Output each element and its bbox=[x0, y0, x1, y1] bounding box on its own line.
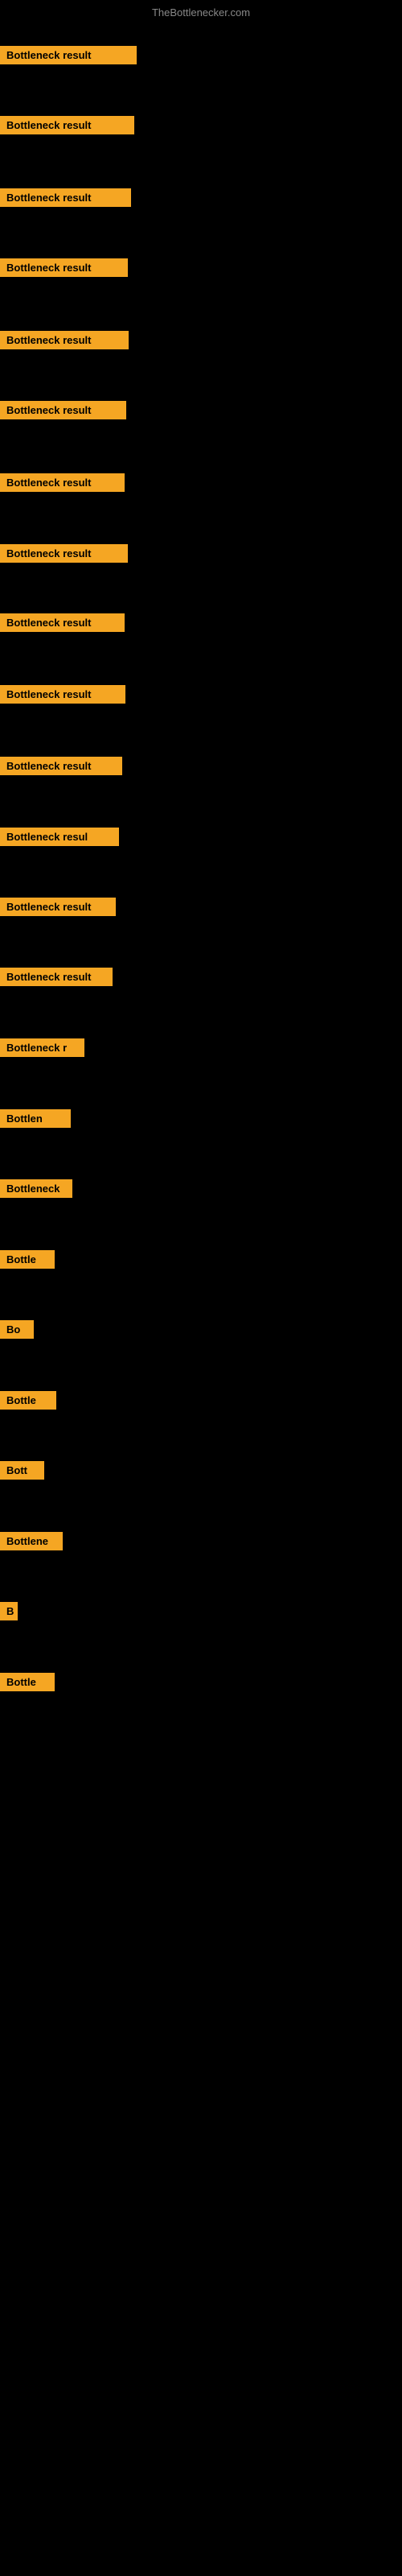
bottleneck-badge-3: Bottleneck result bbox=[0, 188, 131, 207]
bottleneck-badge-12: Bottleneck resul bbox=[0, 828, 119, 846]
bottleneck-badge-2: Bottleneck result bbox=[0, 116, 134, 134]
bottleneck-badge-16: Bottlen bbox=[0, 1109, 71, 1128]
bottleneck-badge-11: Bottleneck result bbox=[0, 757, 122, 775]
bottleneck-badge-9: Bottleneck result bbox=[0, 613, 125, 632]
bottleneck-badge-5: Bottleneck result bbox=[0, 331, 129, 349]
bottleneck-badge-7: Bottleneck result bbox=[0, 473, 125, 492]
bottleneck-badge-21: Bott bbox=[0, 1461, 44, 1480]
bottleneck-badge-10: Bottleneck result bbox=[0, 685, 125, 704]
bottleneck-badge-18: Bottle bbox=[0, 1250, 55, 1269]
bottleneck-badge-6: Bottleneck result bbox=[0, 401, 126, 419]
bottleneck-badge-1: Bottleneck result bbox=[0, 46, 137, 64]
bottleneck-badge-15: Bottleneck r bbox=[0, 1038, 84, 1057]
site-title: TheBottlenecker.com bbox=[0, 6, 402, 19]
bottleneck-badge-8: Bottleneck result bbox=[0, 544, 128, 563]
bottleneck-badge-19: Bo bbox=[0, 1320, 34, 1339]
bottleneck-badge-24: Bottle bbox=[0, 1673, 55, 1691]
bottleneck-badge-22: Bottlene bbox=[0, 1532, 63, 1550]
bottleneck-badge-23: B bbox=[0, 1602, 18, 1620]
bottleneck-badge-17: Bottleneck bbox=[0, 1179, 72, 1198]
bottleneck-badge-14: Bottleneck result bbox=[0, 968, 113, 986]
bottleneck-badge-4: Bottleneck result bbox=[0, 258, 128, 277]
bottleneck-badge-20: Bottle bbox=[0, 1391, 56, 1410]
bottleneck-badge-13: Bottleneck result bbox=[0, 898, 116, 916]
